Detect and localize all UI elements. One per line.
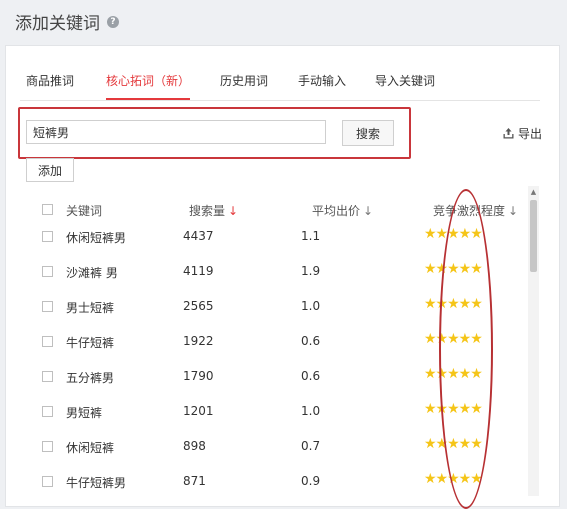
avg-bid-cell: 1.9 bbox=[301, 264, 321, 278]
scroll-up-icon[interactable]: ▲ bbox=[528, 186, 539, 198]
tab-core-expand[interactable]: 核心拓词（新） bbox=[106, 72, 191, 100]
keyword-cell: 沙滩裤 男 bbox=[66, 266, 118, 280]
export-button[interactable]: 导出 bbox=[503, 125, 542, 142]
header-search-volume[interactable]: 搜索量 ↓ bbox=[189, 202, 238, 219]
avg-bid-cell: 0.6 bbox=[301, 334, 321, 348]
row-checkbox[interactable] bbox=[42, 301, 53, 312]
search-button[interactable]: 搜索 bbox=[342, 120, 394, 146]
scroll-thumb[interactable] bbox=[530, 200, 537, 272]
search-volume-cell: 871 bbox=[183, 474, 206, 488]
table-scrollbar[interactable]: ▲ bbox=[528, 186, 539, 496]
tab-history[interactable]: 历史用词 bbox=[220, 72, 268, 89]
avg-bid-cell: 0.7 bbox=[301, 439, 321, 453]
search-input[interactable] bbox=[26, 120, 326, 144]
keyword-cell: 休闲短裤男 bbox=[66, 231, 127, 245]
keyword-cell: 五分裤男 bbox=[66, 371, 115, 385]
header-search-volume-label: 搜索量 bbox=[189, 204, 226, 218]
row-checkbox[interactable] bbox=[42, 266, 53, 277]
add-button[interactable]: 添加 bbox=[26, 158, 74, 182]
sort-icon: ↓ bbox=[508, 204, 519, 218]
tab-manual-input[interactable]: 手动输入 bbox=[298, 72, 346, 89]
search-volume-cell: 898 bbox=[183, 439, 206, 453]
search-volume-cell: 1922 bbox=[183, 334, 214, 348]
keyword-cell: 男士短裤 bbox=[66, 301, 115, 315]
row-checkbox[interactable] bbox=[42, 231, 53, 242]
tab-product-recommend[interactable]: 商品推词 bbox=[26, 72, 74, 89]
export-label: 导出 bbox=[518, 127, 543, 141]
keyword-cell: 牛仔短裤男 bbox=[66, 476, 127, 490]
page-title: 添加关键词 ? bbox=[15, 9, 119, 34]
row-checkbox[interactable] bbox=[42, 476, 53, 487]
header-keyword: 关键词 bbox=[66, 204, 103, 218]
avg-bid-cell: 0.6 bbox=[301, 369, 321, 383]
row-checkbox[interactable] bbox=[42, 371, 53, 382]
search-volume-cell: 1790 bbox=[183, 369, 214, 383]
select-all-checkbox[interactable] bbox=[42, 204, 53, 215]
header-avg-bid[interactable]: 平均出价 ↓ bbox=[312, 202, 373, 219]
avg-bid-cell: 0.9 bbox=[301, 474, 321, 488]
page-title-text: 添加关键词 bbox=[15, 14, 100, 34]
tab-import-keywords[interactable]: 导入关键词 bbox=[375, 72, 435, 89]
tab-bar: 商品推词 核心拓词（新） 历史用词 手动输入 导入关键词 bbox=[20, 66, 540, 101]
search-volume-cell: 2565 bbox=[183, 299, 214, 313]
search-volume-cell: 1201 bbox=[183, 404, 214, 418]
question-circle-icon[interactable]: ? bbox=[107, 15, 119, 28]
avg-bid-cell: 1.0 bbox=[301, 404, 321, 418]
row-checkbox[interactable] bbox=[42, 336, 53, 347]
row-checkbox[interactable] bbox=[42, 441, 53, 452]
search-volume-cell: 4119 bbox=[183, 264, 214, 278]
export-icon bbox=[503, 128, 514, 139]
avg-bid-cell: 1.1 bbox=[301, 229, 321, 243]
search-volume-cell: 4437 bbox=[183, 229, 214, 243]
keyword-cell: 休闲短裤 bbox=[66, 441, 115, 455]
sort-icon: ↓ bbox=[363, 204, 374, 218]
sort-desc-icon: ↓ bbox=[228, 204, 239, 218]
keyword-cell: 牛仔短裤 bbox=[66, 336, 115, 350]
competition-annotation-oval bbox=[439, 189, 493, 509]
keyword-cell: 男短裤 bbox=[66, 406, 103, 420]
header-avg-bid-label: 平均出价 bbox=[312, 204, 361, 218]
avg-bid-cell: 1.0 bbox=[301, 299, 321, 313]
row-checkbox[interactable] bbox=[42, 406, 53, 417]
